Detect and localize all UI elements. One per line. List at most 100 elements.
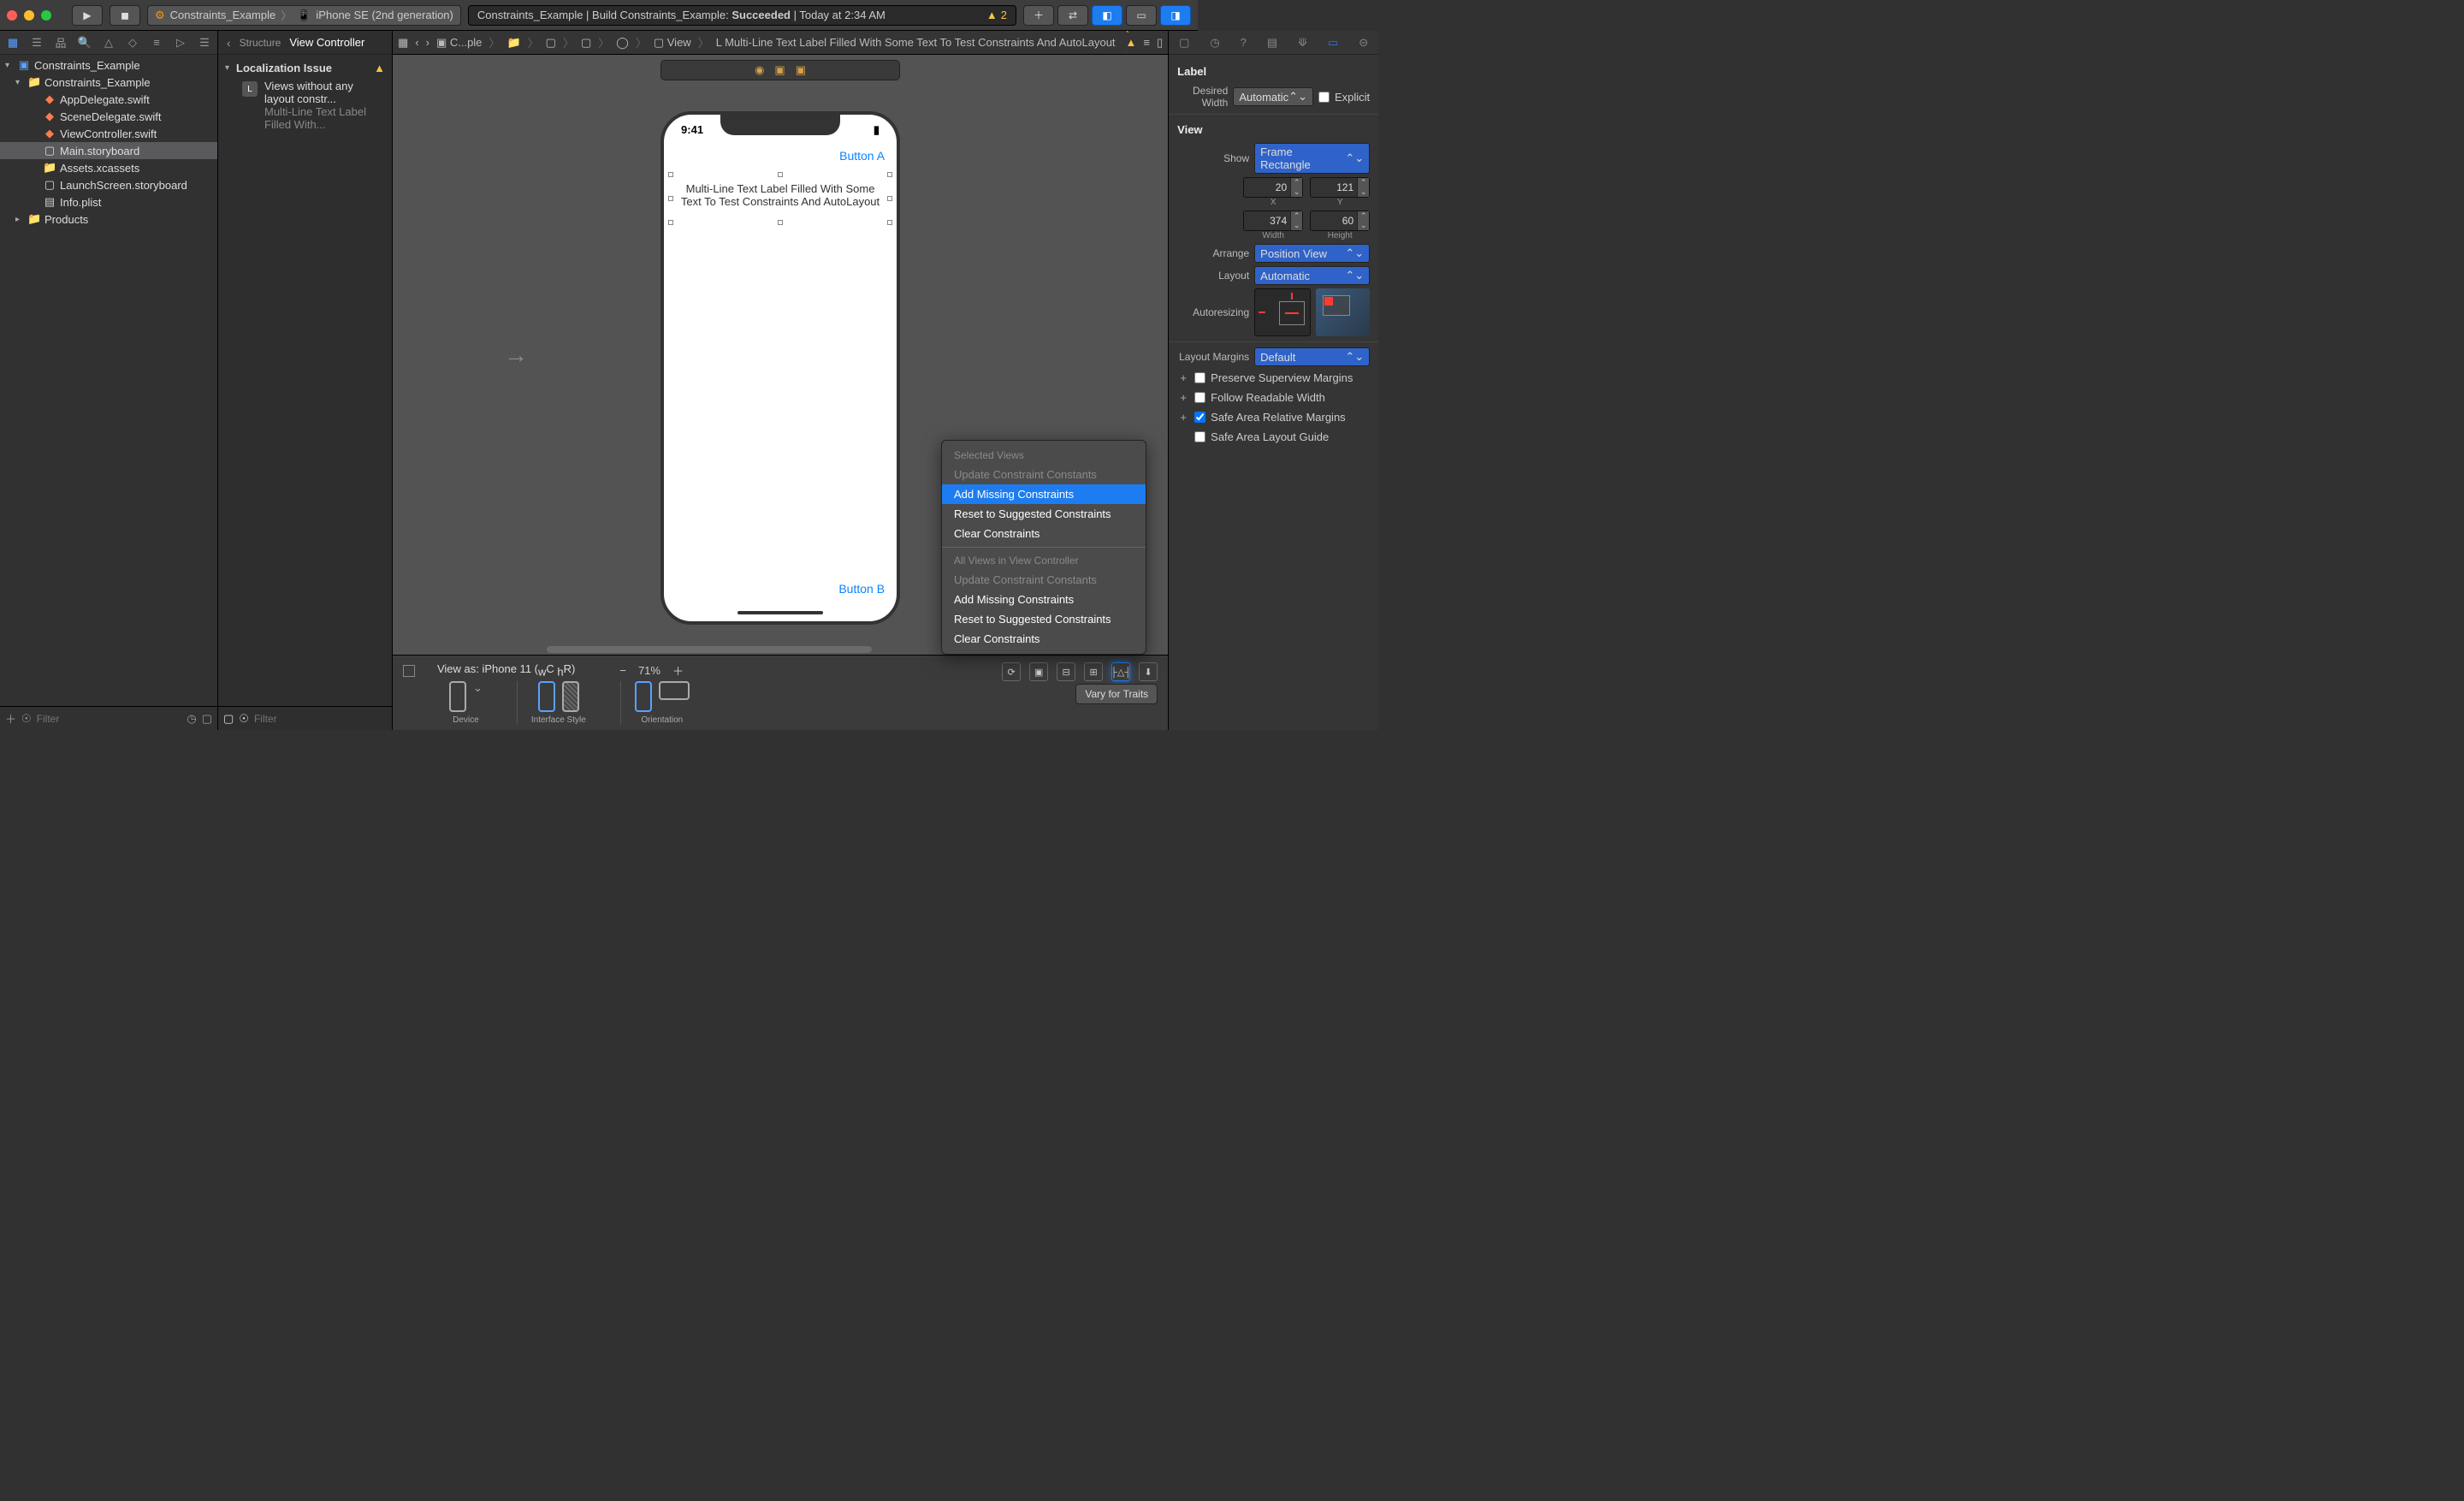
jb-project[interactable]: ▣ C...ple xyxy=(436,36,482,50)
nav-source-icon[interactable]: ☰ xyxy=(29,36,44,50)
related-icon[interactable]: ▦ xyxy=(398,36,408,50)
menu-reset-suggested-all[interactable]: Reset to Suggested Constraints xyxy=(942,609,1146,629)
update-frames-icon[interactable]: ⟳ xyxy=(1002,662,1021,681)
conn-insp-icon[interactable]: ⊝ xyxy=(1359,36,1368,50)
nav-test-icon[interactable]: ◇ xyxy=(125,36,140,50)
safe-area-margins-checkbox[interactable] xyxy=(1194,412,1205,423)
resize-handle[interactable] xyxy=(887,172,892,177)
explicit-checkbox[interactable] xyxy=(1318,92,1330,103)
y-field[interactable]: ⌃⌄ xyxy=(1310,177,1370,198)
file-launchscreen[interactable]: ▢LaunchScreen.storyboard xyxy=(0,176,217,193)
minimize-window[interactable] xyxy=(24,10,34,21)
resize-handle[interactable] xyxy=(887,196,892,201)
file-insp-icon[interactable]: ▢ xyxy=(1179,36,1189,50)
zoom-window[interactable] xyxy=(41,10,51,21)
scene-dock[interactable]: ◉ ▣ ▣ xyxy=(660,60,900,80)
bottom-panel-toggle[interactable]: ▭ xyxy=(1126,5,1157,26)
file-appdelegate[interactable]: ◆AppDelegate.swift xyxy=(0,91,217,108)
desired-width-select[interactable]: Automatic⌃⌄ xyxy=(1233,87,1313,106)
menu-reset-suggested[interactable]: Reset to Suggested Constraints xyxy=(942,504,1146,524)
zoom-value[interactable]: 71% xyxy=(638,664,660,677)
vary-traits-button[interactable]: Vary for Traits xyxy=(1075,684,1158,704)
jb-view[interactable]: ▢ View xyxy=(654,36,691,50)
align-icon[interactable]: ⊟ xyxy=(1057,662,1075,681)
outline-filter[interactable] xyxy=(254,713,387,725)
group-folder[interactable]: ▾📁Constraints_Example xyxy=(0,74,217,91)
button-b[interactable]: Button B xyxy=(838,582,885,596)
landscape-icon[interactable] xyxy=(659,681,690,700)
project-tree[interactable]: ▾▣Constraints_Example ▾📁Constraints_Exam… xyxy=(0,55,217,706)
resize-handle[interactable] xyxy=(668,172,673,177)
activity-status[interactable]: Constraints_Example | Build Constraints_… xyxy=(468,5,1016,26)
safe-area-guide-checkbox[interactable] xyxy=(1194,431,1205,442)
resize-handle[interactable] xyxy=(668,220,673,225)
menu-add-missing[interactable]: Add Missing Constraints xyxy=(942,484,1146,504)
readable-width-checkbox[interactable] xyxy=(1194,392,1205,403)
jb-vc[interactable]: ◯ xyxy=(616,36,629,50)
right-panel-toggle[interactable]: ◨ xyxy=(1160,5,1191,26)
device-chevron-icon[interactable]: ⌄ xyxy=(473,681,483,712)
resize-handle[interactable] xyxy=(778,220,783,225)
layout-select[interactable]: Automatic⌃⌄ xyxy=(1254,266,1370,285)
file-viewcontroller[interactable]: ◆ViewController.swift xyxy=(0,125,217,142)
size-insp-icon[interactable]: ▭ xyxy=(1328,36,1338,50)
menu-clear-all[interactable]: Clear Constraints xyxy=(942,629,1146,649)
x-field[interactable]: ⌃⌄ xyxy=(1243,177,1303,198)
code-review-button[interactable]: ⇄ xyxy=(1057,5,1088,26)
add-variation-icon[interactable]: + xyxy=(1177,411,1189,424)
width-field[interactable]: ⌃⌄ xyxy=(1243,211,1303,231)
scheme-selector[interactable]: ⚙ Constraints_Example 〉 📱 iPhone SE (2nd… xyxy=(147,5,461,26)
nav-report-icon[interactable]: ☰ xyxy=(197,36,212,50)
resolve-issues-icon[interactable]: ├△┤ xyxy=(1111,662,1130,681)
add-icon[interactable]: ＋ xyxy=(5,710,16,727)
margins-select[interactable]: Default⌃⌄ xyxy=(1254,347,1370,366)
identity-insp-icon[interactable]: ▤ xyxy=(1267,36,1277,50)
resize-handle[interactable] xyxy=(887,220,892,225)
clock-icon[interactable]: ◷ xyxy=(187,712,196,726)
add-variation-icon[interactable]: + xyxy=(1177,391,1189,404)
nav-issue-icon[interactable]: △ xyxy=(101,36,116,50)
autoresize-control[interactable] xyxy=(1254,288,1311,336)
file-info-plist[interactable]: ▤Info.plist xyxy=(0,193,217,211)
scm-icon[interactable]: ▢ xyxy=(202,712,212,726)
outline-crumb[interactable]: Structure xyxy=(240,37,281,49)
group-products[interactable]: ▸📁Products xyxy=(0,211,217,228)
issue-item[interactable]: L Views without any layout constr... Mul… xyxy=(225,74,385,136)
jb-folder[interactable]: 📁 xyxy=(506,36,520,50)
jb-file[interactable]: ▢ xyxy=(546,36,556,50)
light-mode-icon[interactable] xyxy=(538,681,555,712)
preserve-margins-checkbox[interactable] xyxy=(1194,372,1205,383)
nav-break-icon[interactable]: ▷ xyxy=(173,36,188,50)
assistant-icon[interactable]: ▯ xyxy=(1157,36,1163,50)
issue-group[interactable]: ▾ Localization Issue ▲ xyxy=(225,62,385,74)
outline-toggle-icon[interactable] xyxy=(403,665,415,677)
editor-options-icon[interactable]: ≡ xyxy=(1143,36,1150,49)
selected-label[interactable]: Multi-Line Text Label Filled With Some T… xyxy=(671,175,890,222)
file-assets[interactable]: 📁Assets.xcassets xyxy=(0,159,217,176)
attr-insp-icon[interactable]: ⟱ xyxy=(1298,36,1307,50)
close-window[interactable] xyxy=(7,10,17,21)
pin-icon[interactable]: ⊞ xyxy=(1084,662,1103,681)
file-main-storyboard[interactable]: ▢Main.storyboard xyxy=(0,142,217,159)
back-icon[interactable]: ‹ xyxy=(227,36,231,50)
stop-button[interactable]: ◼ xyxy=(110,5,140,26)
back-nav-icon[interactable]: ‹ xyxy=(415,36,418,49)
jb-scene[interactable]: ▢ xyxy=(581,36,591,50)
outline-toggle-icon[interactable]: ▢ xyxy=(223,712,234,726)
resize-handle[interactable] xyxy=(668,196,673,201)
portrait-icon[interactable] xyxy=(635,681,652,712)
navigator-filter[interactable] xyxy=(37,713,182,725)
jump-bar[interactable]: ▦ ‹ › ▣ C...ple〉 📁〉 ▢〉 ▢〉 ◯〉 ▢ View〉 L M… xyxy=(393,31,1168,55)
dark-mode-icon[interactable] xyxy=(562,681,579,712)
file-scenedelegate[interactable]: ◆SceneDelegate.swift xyxy=(0,108,217,125)
embed-icon[interactable]: ▣ xyxy=(1029,662,1048,681)
device-icon[interactable] xyxy=(449,681,466,712)
resize-handle[interactable] xyxy=(778,172,783,177)
jump-warning-icon[interactable]: ‹ ▲ › xyxy=(1126,31,1137,55)
nav-debug-icon[interactable]: ≡ xyxy=(149,36,164,49)
menu-clear[interactable]: Clear Constraints xyxy=(942,524,1146,543)
nav-project-icon[interactable]: ▦ xyxy=(5,36,21,50)
project-root[interactable]: ▾▣Constraints_Example xyxy=(0,56,217,74)
embed-in-icon[interactable]: ⬇ xyxy=(1139,662,1158,681)
history-insp-icon[interactable]: ◷ xyxy=(1210,36,1219,50)
